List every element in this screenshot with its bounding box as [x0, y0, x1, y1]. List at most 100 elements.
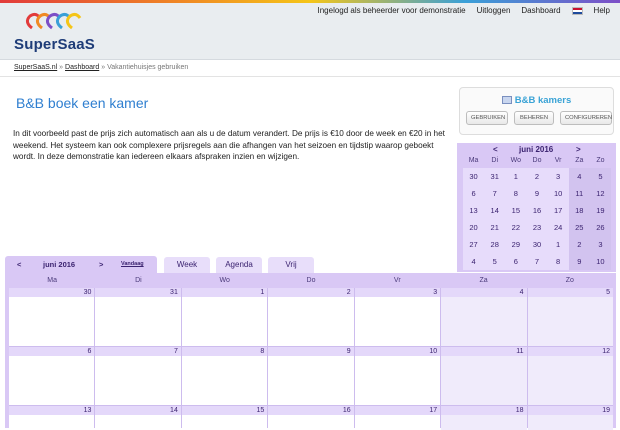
mini-day[interactable]: 30	[526, 236, 547, 253]
logout-link[interactable]: Uitloggen	[477, 6, 511, 15]
day-cell[interactable]: 19	[527, 406, 613, 430]
mini-day[interactable]: 27	[463, 236, 484, 253]
day-cell[interactable]: 8	[181, 347, 268, 405]
mini-day[interactable]: 2	[526, 168, 547, 185]
mini-day[interactable]: 6	[505, 253, 526, 270]
dashboard-link[interactable]: Dashboard	[521, 6, 560, 15]
day-cell[interactable]: 9	[268, 347, 354, 405]
day-number[interactable]: 3	[354, 288, 441, 297]
day-cell[interactable]: 7	[95, 347, 181, 405]
day-number[interactable]: 17	[354, 406, 441, 415]
mini-day[interactable]: 20	[463, 219, 484, 236]
mini-day[interactable]: 4	[463, 253, 484, 270]
mini-day[interactable]: 25	[568, 219, 590, 236]
mini-prev-month-button[interactable]: <	[493, 145, 498, 154]
mini-day[interactable]: 3	[589, 236, 611, 253]
tab-free[interactable]: Vrij	[268, 257, 314, 273]
mini-day[interactable]: 7	[526, 253, 547, 270]
mini-day[interactable]: 21	[484, 219, 505, 236]
tab-week[interactable]: Week	[164, 257, 210, 273]
dutch-flag-icon[interactable]	[571, 6, 583, 15]
mini-day[interactable]: 11	[568, 185, 590, 202]
day-number[interactable]: 2	[268, 288, 354, 297]
mini-next-month-button[interactable]: >	[576, 145, 581, 154]
mini-day[interactable]: 12	[589, 185, 611, 202]
day-number[interactable]: 4	[441, 288, 527, 297]
mini-day[interactable]: 14	[484, 202, 505, 219]
prev-month-button[interactable]: <	[17, 260, 21, 269]
mini-day[interactable]: 1	[548, 236, 569, 253]
mini-day[interactable]: 31	[484, 168, 505, 185]
mini-day[interactable]: 2	[568, 236, 590, 253]
day-cell[interactable]: 16	[268, 406, 354, 430]
mini-day[interactable]: 1	[505, 168, 526, 185]
manage-button[interactable]: BEHEREN	[514, 111, 554, 125]
breadcrumb-dashboard-link[interactable]: Dashboard	[65, 64, 99, 71]
mini-day[interactable]: 26	[589, 219, 611, 236]
day-number[interactable]: 12	[527, 347, 613, 356]
day-number[interactable]: 9	[268, 347, 354, 356]
day-cell[interactable]: 18	[441, 406, 527, 430]
day-number[interactable]: 13	[9, 406, 95, 415]
next-month-button[interactable]: >	[99, 260, 103, 269]
mini-day[interactable]: 19	[589, 202, 611, 219]
help-link[interactable]: Help	[594, 6, 610, 15]
day-cell[interactable]: 3	[354, 288, 441, 346]
day-cell[interactable]: 14	[95, 406, 181, 430]
mini-day[interactable]: 9	[568, 253, 590, 270]
mini-day[interactable]: 4	[568, 168, 590, 185]
day-number[interactable]: 30	[9, 288, 95, 297]
mini-day[interactable]: 23	[526, 219, 547, 236]
day-number[interactable]: 16	[268, 406, 354, 415]
mini-day[interactable]: 18	[568, 202, 590, 219]
day-cell[interactable]: 12	[527, 347, 613, 405]
mini-day[interactable]: 13	[463, 202, 484, 219]
mini-day[interactable]: 6	[463, 185, 484, 202]
day-cell[interactable]: 1	[181, 288, 268, 346]
mini-day[interactable]: 16	[526, 202, 547, 219]
day-cell[interactable]: 13	[9, 406, 95, 430]
day-cell[interactable]: 15	[181, 406, 268, 430]
day-cell[interactable]: 4	[441, 288, 527, 346]
mini-day[interactable]: 9	[526, 185, 547, 202]
mini-day[interactable]: 5	[484, 253, 505, 270]
day-cell[interactable]: 2	[268, 288, 354, 346]
day-cell[interactable]: 10	[354, 347, 441, 405]
mini-day[interactable]: 29	[505, 236, 526, 253]
mini-day[interactable]: 7	[484, 185, 505, 202]
day-number[interactable]: 8	[181, 347, 268, 356]
mini-day[interactable]: 30	[463, 168, 484, 185]
mini-day[interactable]: 15	[505, 202, 526, 219]
tab-agenda[interactable]: Agenda	[216, 257, 262, 273]
mini-day[interactable]: 8	[548, 253, 569, 270]
day-number[interactable]: 7	[95, 347, 181, 356]
mini-day[interactable]: 10	[589, 253, 611, 270]
day-cell[interactable]: 5	[527, 288, 613, 346]
mini-day[interactable]: 3	[548, 168, 569, 185]
logged-in-link[interactable]: Ingelogd als beheerder voor demonstratie	[318, 6, 466, 15]
mini-day[interactable]: 8	[505, 185, 526, 202]
day-cell[interactable]: 31	[95, 288, 181, 346]
logo-text[interactable]: SuperSaaS	[14, 36, 95, 53]
mini-day[interactable]: 5	[589, 168, 611, 185]
use-button[interactable]: GEBRUIKEN	[466, 111, 508, 125]
day-number[interactable]: 10	[354, 347, 441, 356]
mini-day[interactable]: 10	[548, 185, 569, 202]
day-number[interactable]: 14	[95, 406, 181, 415]
day-cell[interactable]: 11	[441, 347, 527, 405]
day-number[interactable]: 6	[9, 347, 95, 356]
day-number[interactable]: 11	[441, 347, 527, 356]
day-number[interactable]: 1	[181, 288, 268, 297]
resource-name[interactable]: B&B kamers	[515, 95, 572, 106]
day-number[interactable]: 19	[527, 406, 613, 415]
mini-day[interactable]: 22	[505, 219, 526, 236]
mini-day[interactable]: 17	[548, 202, 569, 219]
day-cell[interactable]: 17	[354, 406, 441, 430]
today-link[interactable]: Vandaag	[121, 261, 144, 267]
day-cell[interactable]: 6	[9, 347, 95, 405]
mini-day[interactable]: 28	[484, 236, 505, 253]
day-number[interactable]: 31	[95, 288, 181, 297]
configure-button[interactable]: CONFIGUREREN	[560, 111, 612, 125]
day-number[interactable]: 15	[181, 406, 268, 415]
day-cell[interactable]: 30	[9, 288, 95, 346]
